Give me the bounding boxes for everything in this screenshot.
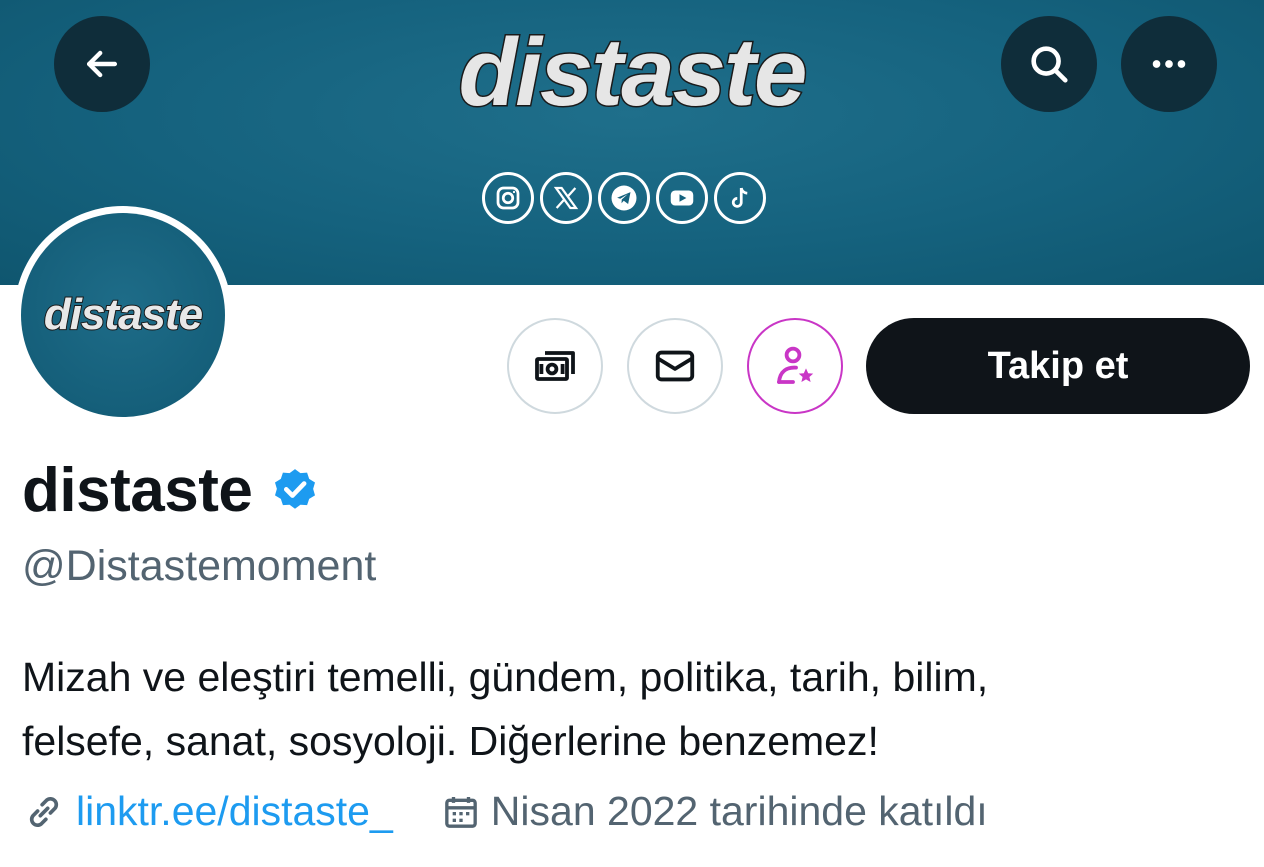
more-horizontal-icon	[1152, 60, 1186, 68]
subscribe-creator-button[interactable]	[747, 318, 843, 414]
joined-item: Nisan 2022 tarihinde katıldı	[441, 788, 988, 835]
subscribe-money-button[interactable]	[507, 318, 603, 414]
tiktok-icon	[714, 172, 766, 224]
back-button[interactable]	[54, 16, 150, 112]
arrow-left-icon	[86, 50, 118, 78]
avatar-logo-text: distaste	[43, 289, 204, 340]
joined-date: Nisan 2022 tarihinde katıldı	[490, 788, 988, 834]
website-link[interactable]: linktr.ee/distaste_	[76, 788, 393, 835]
banner-social-icons	[482, 172, 766, 224]
bio: Mizah ve eleştiri temelli, gündem, polit…	[22, 645, 1242, 773]
money-icon	[535, 351, 575, 381]
verified-badge-icon[interactable]	[270, 466, 320, 516]
username-handle: @Distastemoment	[22, 542, 377, 590]
calendar-icon	[444, 796, 477, 828]
bio-line: felsefe, sanat, sosyoloji. Diğerlerine b…	[22, 718, 879, 764]
name-row: distaste	[22, 455, 320, 526]
person-star-icon	[777, 346, 814, 384]
search-icon	[1031, 46, 1068, 83]
envelope-icon	[655, 350, 695, 382]
avatar-image: distaste	[21, 213, 225, 417]
follow-button[interactable]: Takip et	[866, 318, 1250, 414]
link-icon	[29, 796, 59, 827]
profile-meta: linktr.ee/distaste_ Nisan 2022 tarihinde…	[22, 788, 988, 835]
youtube-icon	[656, 172, 708, 224]
avatar[interactable]: distaste	[14, 206, 232, 424]
bio-line: Mizah ve eleştiri temelli, gündem, polit…	[22, 654, 989, 700]
telegram-icon	[598, 172, 650, 224]
display-name: distaste	[22, 456, 253, 525]
x-icon	[540, 172, 592, 224]
more-button[interactable]	[1121, 16, 1217, 112]
message-button[interactable]	[627, 318, 723, 414]
search-button[interactable]	[1001, 16, 1097, 112]
instagram-icon	[482, 172, 534, 224]
website-item[interactable]: linktr.ee/distaste_	[22, 788, 393, 835]
